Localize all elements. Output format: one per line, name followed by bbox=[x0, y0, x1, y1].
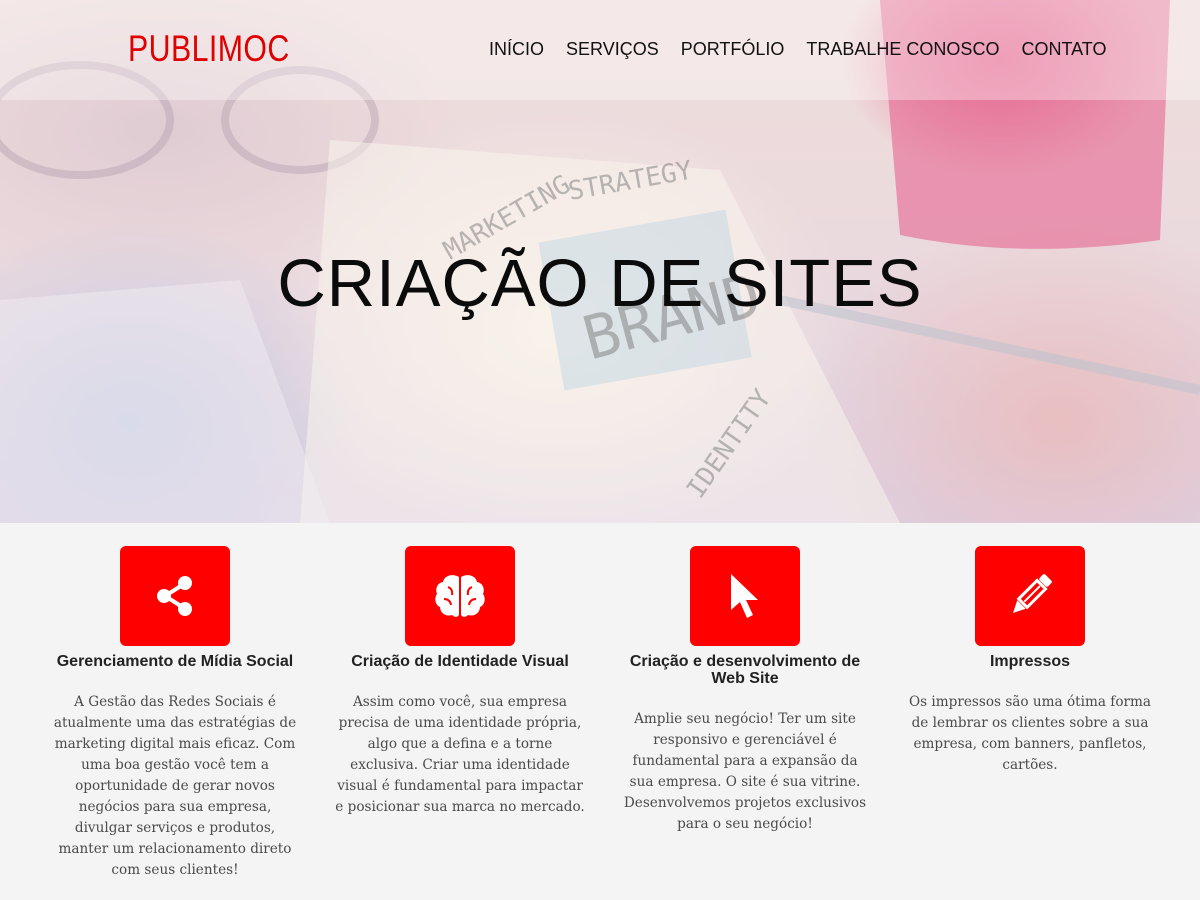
services-section: Gerenciamento de Mídia Social A Gestão d… bbox=[0, 523, 1200, 900]
nav-item-contato[interactable]: CONTATO bbox=[1021, 39, 1106, 60]
service-title: Impressos bbox=[989, 653, 1071, 670]
service-description: Assim como você, sua empresa precisa de … bbox=[335, 694, 585, 815]
service-card-visual-identity: Criação de Identidade Visual Assim como … bbox=[335, 523, 585, 818]
logo[interactable]: PUBLIMOC bbox=[128, 28, 290, 70]
service-description: A Gestão das Redes Sociais é atualmente … bbox=[53, 694, 297, 878]
service-card-social-media: Gerenciamento de Mídia Social A Gestão d… bbox=[50, 523, 300, 881]
service-icon-box[interactable] bbox=[975, 546, 1085, 646]
service-title: Criação de Identidade Visual bbox=[351, 653, 569, 670]
nav-item-inicio[interactable]: INÍCIO bbox=[489, 39, 544, 60]
service-icon-box[interactable] bbox=[405, 546, 515, 646]
service-description: Os impressos são uma ótima forma de lemb… bbox=[908, 694, 1152, 773]
service-title: Criação e desenvolvimento de Web Site bbox=[629, 653, 861, 687]
navbar: PUBLIMOC INÍCIO SERVIÇOS PORTFÓLIO TRABA… bbox=[0, 0, 1200, 100]
nav-item-portfolio[interactable]: PORTFÓLIO bbox=[681, 39, 785, 60]
nav-item-trabalhe-conosco[interactable]: TRABALHE CONOSCO bbox=[806, 39, 999, 60]
service-icon-box[interactable] bbox=[690, 546, 800, 646]
hero-banner: MARKETING STRATEGY BRAND IDENTITY PUBLIM… bbox=[0, 0, 1200, 523]
service-card-web-site: Criação e desenvolvimento de Web Site Am… bbox=[620, 523, 870, 835]
cursor-icon bbox=[731, 574, 758, 618]
share-icon bbox=[157, 576, 192, 616]
brain-icon bbox=[435, 575, 485, 617]
service-title: Gerenciamento de Mídia Social bbox=[56, 653, 294, 670]
main-nav: INÍCIO SERVIÇOS PORTFÓLIO TRABALHE CONOS… bbox=[489, 39, 1128, 60]
pencil-icon bbox=[1013, 574, 1052, 613]
service-icon-box[interactable] bbox=[120, 546, 230, 646]
service-card-printing: Impressos Os impressos são uma ótima for… bbox=[905, 523, 1155, 776]
nav-item-servicos[interactable]: SERVIÇOS bbox=[566, 39, 659, 60]
service-description: Amplie seu negócio! Ter um site responsi… bbox=[623, 711, 867, 832]
hero-title: CRIAÇÃO DE SITES bbox=[277, 246, 923, 321]
